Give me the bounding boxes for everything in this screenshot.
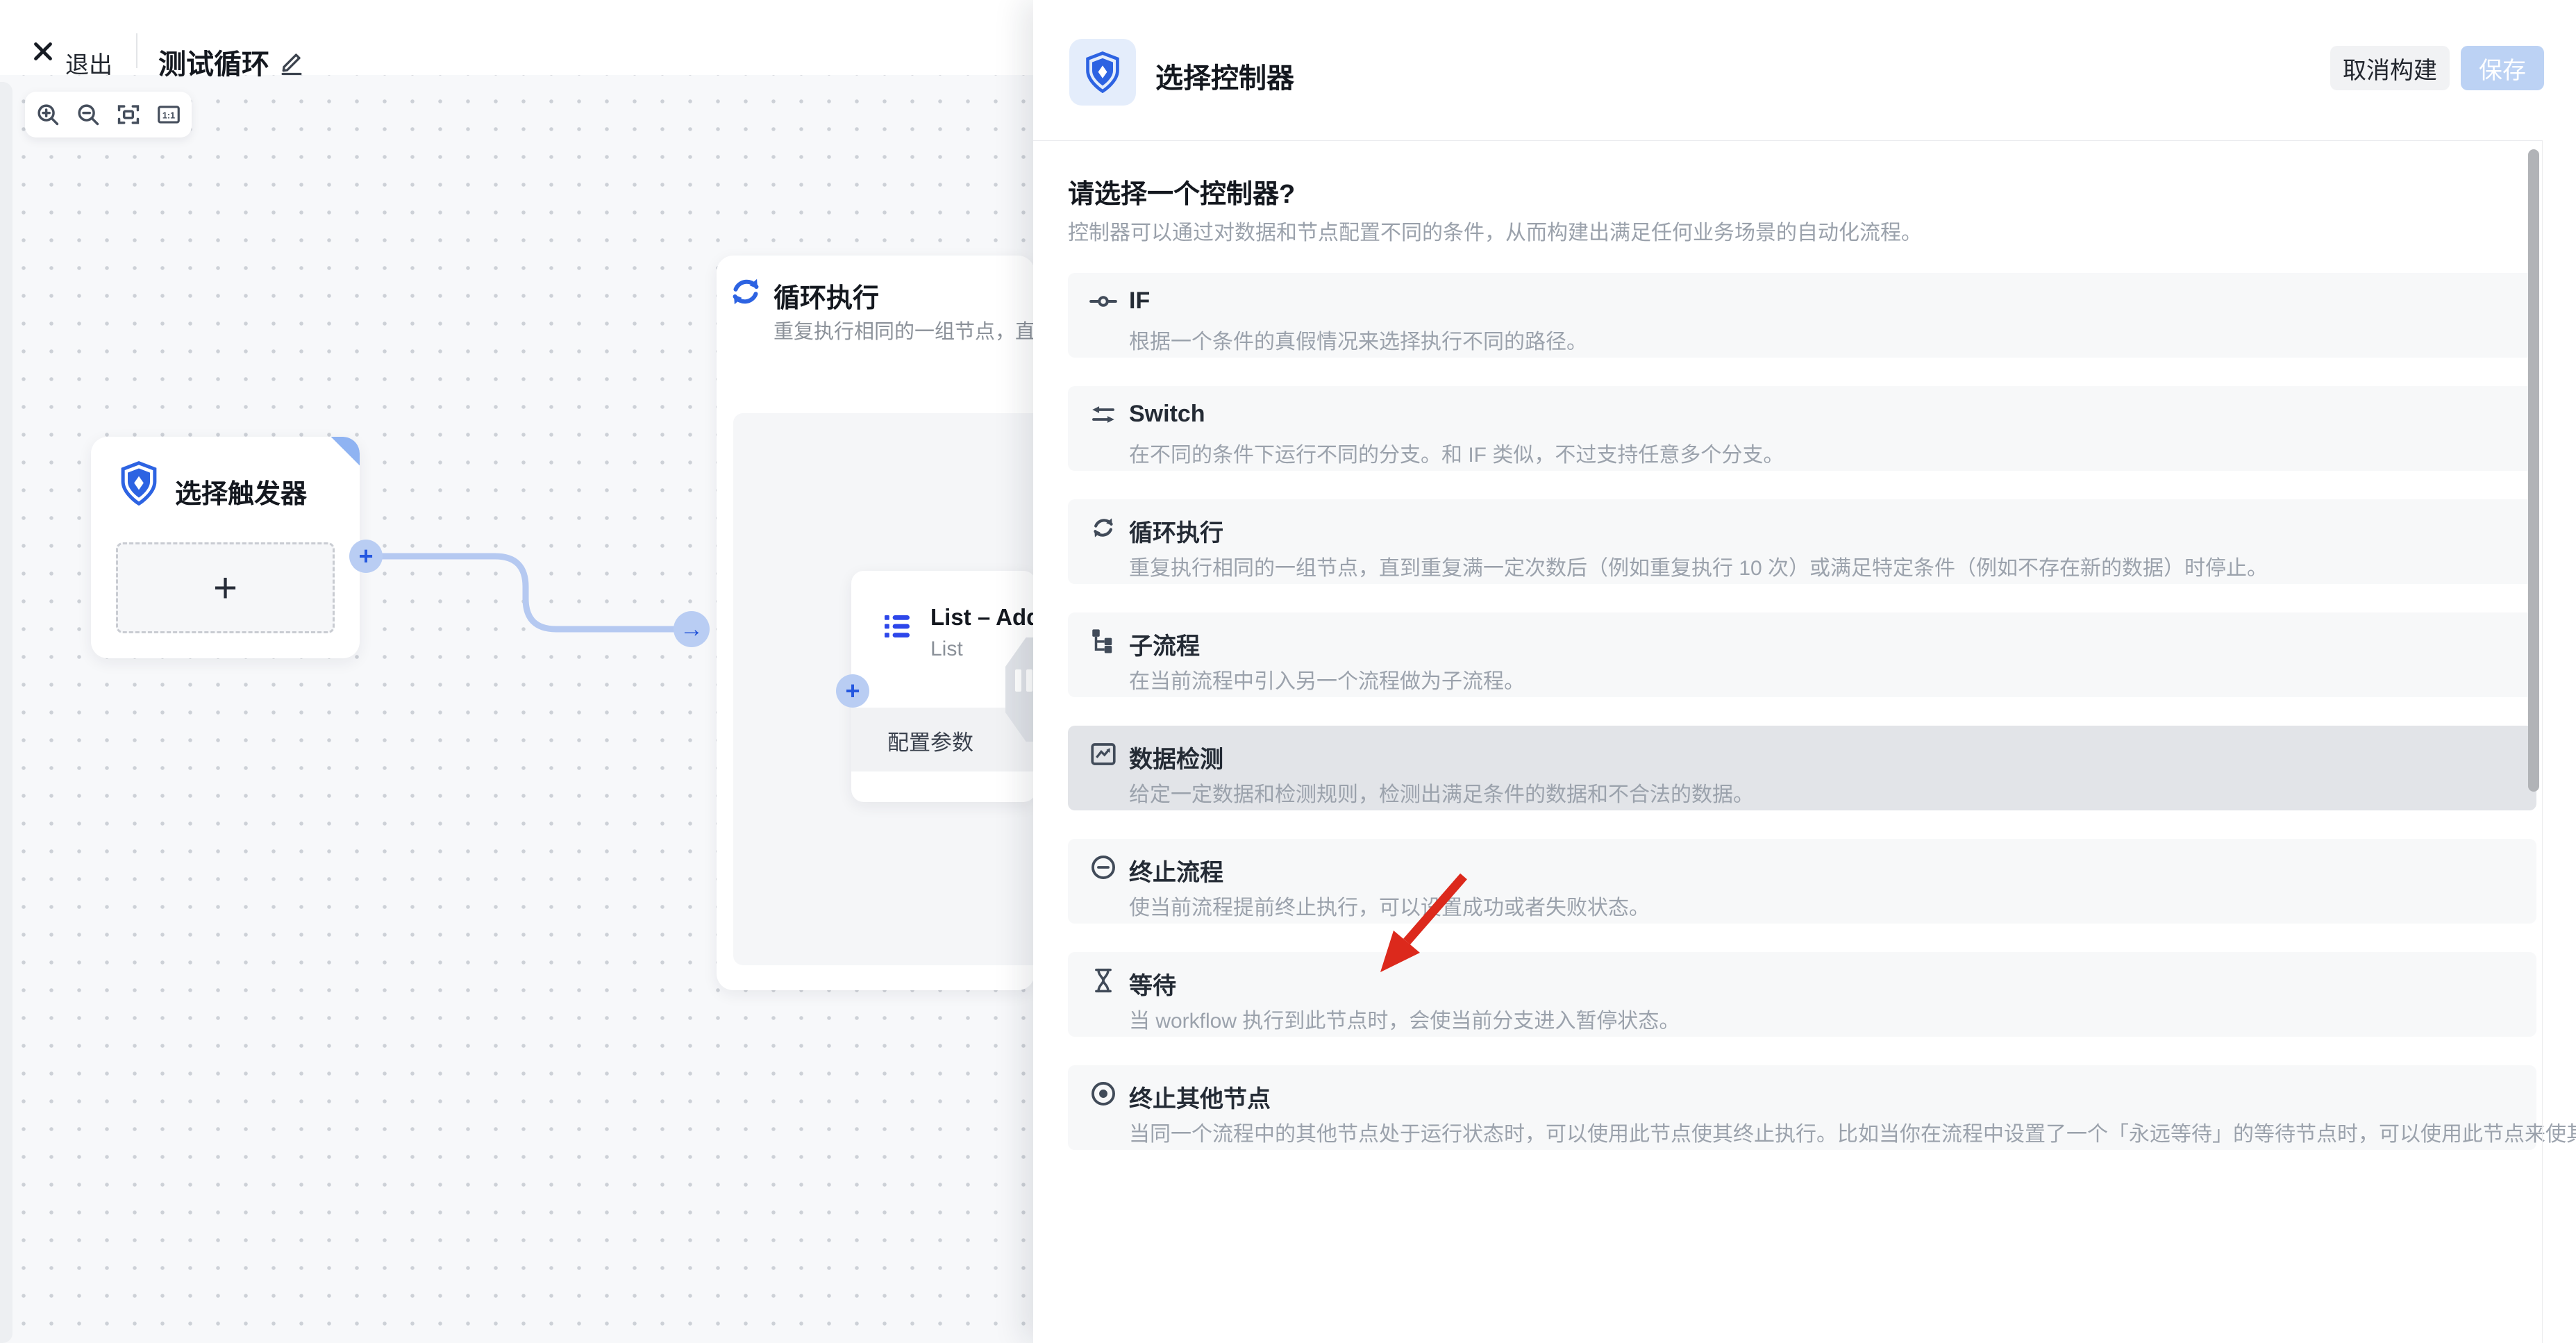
loop-entry-connector[interactable]: → xyxy=(674,611,710,647)
panel-subheading: 控制器可以通过对数据和节点配置不同的条件，从而构建出满足任何业务场景的自动化流程… xyxy=(1068,215,1922,246)
controller-title: 子流程 xyxy=(1129,627,1200,661)
list-node-title: List – Add xyxy=(930,604,1033,631)
edit-title-icon[interactable] xyxy=(276,47,307,78)
exit-button[interactable]: 退出 xyxy=(65,46,112,80)
controller-option-subflow[interactable]: 子流程 在当前流程中引入另一个流程做为子流程。 xyxy=(1068,612,2536,697)
loop-icon xyxy=(726,272,765,311)
controller-select-panel: 选择控制器 取消构建 保存 请选择一个控制器? 控制器可以通过对数据和节点配置不… xyxy=(1033,0,2576,1343)
scrollbar-gutter xyxy=(2542,141,2543,1343)
trigger-node-title: 选择触发器 xyxy=(175,472,307,510)
trigger-node-card[interactable]: 选择触发器 + xyxy=(91,437,360,658)
controller-title: 数据检测 xyxy=(1129,740,1223,774)
panel-heading: 请选择一个控制器? xyxy=(1068,172,1295,210)
controller-title: 终止流程 xyxy=(1129,853,1223,887)
controller-title: 循环执行 xyxy=(1129,514,1223,548)
close-icon[interactable] xyxy=(31,39,56,64)
controller-description: 在不同的条件下运行不同的分支。和 IF 类似，不过支持任意多个分支。 xyxy=(1129,437,1784,468)
node-corner-fold xyxy=(328,437,360,469)
controller-description: 使当前流程提前终止执行，可以设置成功或者失败状态。 xyxy=(1129,890,1650,921)
shield-icon xyxy=(1085,51,1121,93)
configure-params-link[interactable]: 配置参数 xyxy=(887,725,973,756)
condition-icon xyxy=(1089,287,1118,316)
controller-option-terminate-flow[interactable]: 终止流程 使当前流程提前终止执行，可以设置成功或者失败状态。 xyxy=(1068,839,2536,924)
panel-icon-box xyxy=(1069,39,1136,106)
loop-node-title: 循环执行 xyxy=(773,276,879,315)
pause-icon xyxy=(1015,669,1021,692)
cancel-build-button[interactable]: 取消构建 xyxy=(2330,46,2450,90)
dot-circle-icon xyxy=(1089,1079,1118,1108)
hourglass-icon xyxy=(1089,966,1118,995)
workflow-canvas[interactable]: 选择触发器 + + 循环执行 重复执行相同的一组节点，直到重复 xyxy=(0,0,1033,1343)
add-node-connector-button[interactable]: + xyxy=(349,540,383,573)
panel-scrollbar[interactable] xyxy=(2528,149,2539,792)
add-trigger-button[interactable]: + xyxy=(116,542,335,633)
shield-icon xyxy=(119,461,158,506)
stop-circle-icon xyxy=(1089,853,1118,882)
zoom-out-icon[interactable] xyxy=(75,101,101,128)
controller-description: 在当前流程中引入另一个流程做为子流程。 xyxy=(1129,664,1525,694)
data-detect-icon xyxy=(1089,740,1118,769)
save-button[interactable]: 保存 xyxy=(2461,46,2544,90)
subflow-icon xyxy=(1089,626,1118,656)
controller-option-if[interactable]: IF 根据一个条件的真假情况来选择执行不同的路径。 xyxy=(1068,273,2536,358)
controller-title: IF xyxy=(1129,287,1150,315)
workflow-title: 测试循环 xyxy=(158,42,269,82)
workflow-editor: 选择触发器 + + 循环执行 重复执行相同的一组节点，直到重复 xyxy=(0,0,2576,1343)
zoom-in-icon[interactable] xyxy=(35,101,61,128)
list-node-subtitle: List xyxy=(930,637,963,661)
canvas-toolbar: 1:1 xyxy=(25,92,192,137)
controller-option-switch[interactable]: Switch 在不同的条件下运行不同的分支。和 IF 类似，不过支持任意多个分支… xyxy=(1068,386,2536,471)
controller-title: 等待 xyxy=(1129,967,1176,1001)
one-to-one-icon[interactable]: 1:1 xyxy=(156,101,182,128)
controller-description: 给定一定数据和检测规则，检测出满足条件的数据和不合法的数据。 xyxy=(1129,777,1754,808)
plus-icon: + xyxy=(845,678,860,703)
loop-node-description: 重复执行相同的一组节点，直到重复 xyxy=(773,315,1033,344)
panel-title: 选择控制器 xyxy=(1155,56,1294,96)
svg-text:1:1: 1:1 xyxy=(162,111,175,121)
controller-description: 重复执行相同的一组节点，直到重复满一定次数后（例如重复执行 10 次）或满足特定… xyxy=(1129,551,2268,581)
controller-option-loop[interactable]: 循环执行 重复执行相同的一组节点，直到重复满一定次数后（例如重复执行 10 次）… xyxy=(1068,499,2536,584)
list-icon xyxy=(880,610,914,643)
controller-option-terminate-others[interactable]: 终止其他节点 当同一个流程中的其他节点处于运行状态时，可以使用此节点使其终止执行… xyxy=(1068,1065,2536,1150)
controller-title: Switch xyxy=(1129,401,1205,428)
offscreen-node-edge xyxy=(0,82,12,1343)
panel-header-divider xyxy=(1033,140,2543,141)
fit-view-icon[interactable] xyxy=(115,101,142,128)
controller-option-data-detect[interactable]: 数据检测 给定一定数据和检测规则，检测出满足条件的数据和不合法的数据。 xyxy=(1068,726,2536,810)
editor-header: 退出 测试循环 xyxy=(0,0,1033,75)
loop-icon xyxy=(1089,513,1118,542)
switch-icon xyxy=(1089,400,1118,429)
add-node-before-list-button[interactable]: + xyxy=(836,674,869,708)
plus-icon: + xyxy=(213,564,237,612)
controller-option-wait[interactable]: 等待 当 workflow 执行到此节点时，会使当前分支进入暂停状态。 xyxy=(1068,952,2536,1037)
controller-title: 终止其他节点 xyxy=(1129,1080,1271,1114)
controller-description: 当同一个流程中的其他节点处于运行状态时，可以使用此节点使其终止执行。比如当你在流… xyxy=(1129,1117,2576,1147)
controller-description: 当 workflow 执行到此节点时，会使当前分支进入暂停状态。 xyxy=(1129,1003,1680,1034)
controller-description: 根据一个条件的真假情况来选择执行不同的路径。 xyxy=(1129,324,1587,355)
header-divider xyxy=(136,33,137,68)
plus-icon: + xyxy=(358,544,373,569)
arrow-right-icon: → xyxy=(680,617,703,641)
